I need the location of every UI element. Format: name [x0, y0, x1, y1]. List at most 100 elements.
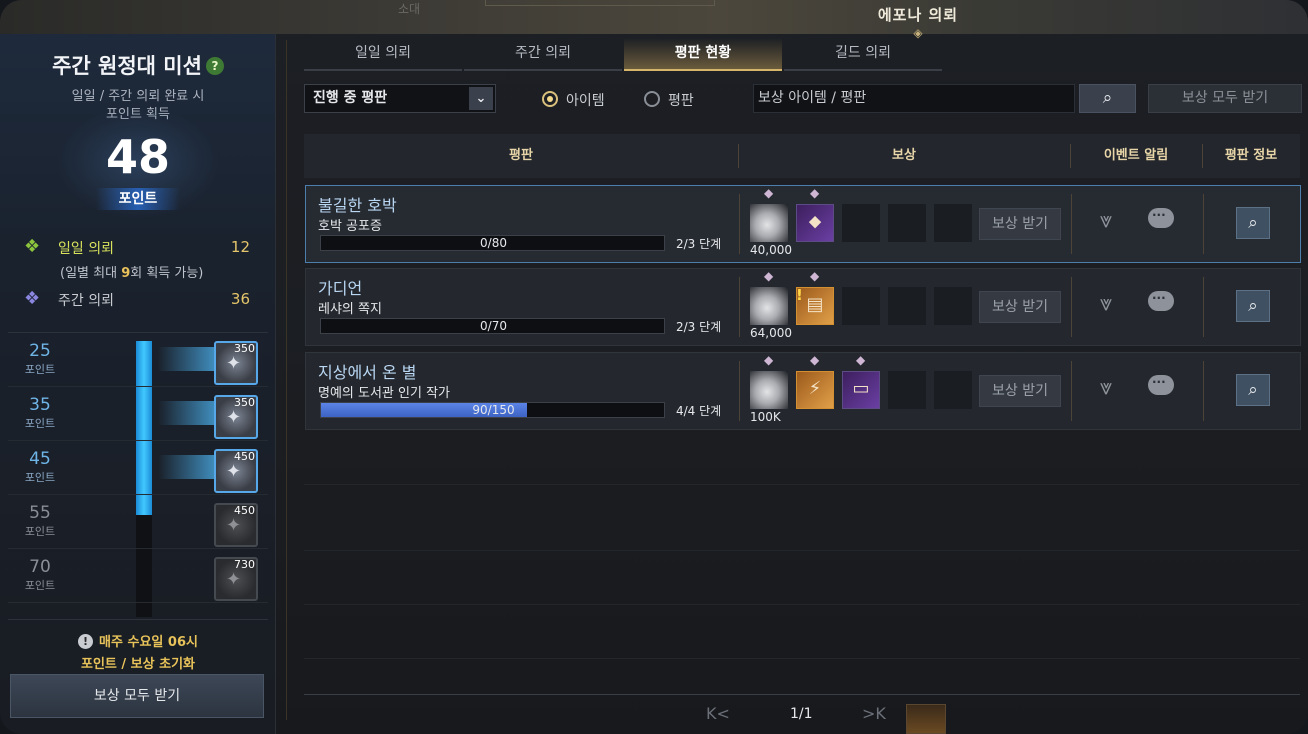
reputation-progress-bar: 0/80	[320, 235, 665, 251]
tier-reward-count: 350	[234, 342, 255, 355]
silver-coin-icon[interactable]	[750, 371, 788, 409]
pin-icon: ◆	[810, 353, 820, 367]
pin-icon: ◆	[764, 269, 774, 283]
silver-coin-icon[interactable]	[750, 204, 788, 242]
claim-reward-button[interactable]: 보상 받기	[979, 208, 1061, 240]
daily-quest-row: ❖ 일일 의뢰 12	[24, 236, 254, 258]
tier-reward-icon[interactable]: ✦ 350	[214, 395, 258, 439]
reputation-filter-select[interactable]: 진행 중 평판 ⌄	[304, 84, 496, 113]
page-indicator: 1/1	[790, 706, 813, 722]
points-value: 48	[105, 130, 170, 184]
tab-4[interactable]: 길드 의뢰	[784, 38, 942, 71]
last-page-icon[interactable]: >K	[862, 704, 886, 723]
empty-slot	[842, 204, 880, 242]
table-row[interactable]: 지상에서 온 별 명예의 도서관 인기 작가 90/150 4/4 단계 ◆ 100K ◆ ⚡…	[305, 352, 1301, 430]
emblem-icon: ✦	[226, 407, 242, 428]
pager-thumbnail	[906, 704, 946, 734]
header-reward: 보상	[892, 148, 916, 163]
tier-unit: 포인트	[24, 363, 56, 376]
table-row[interactable]: 가디언레샤의 쪽지 0/70 2/3 단계 ◆ 64,000 ◆ ▤! 보상 받기 ⩔ ⌕	[305, 268, 1301, 346]
reputation-name: 지상에서 온 별	[318, 363, 417, 382]
col-divider	[1203, 361, 1204, 421]
silver-coin-icon[interactable]	[750, 287, 788, 325]
chevron-double-down-icon[interactable]: ⩔	[1100, 291, 1112, 316]
weekly-quest-label: 주간 의뢰	[58, 293, 114, 309]
magnifier-icon[interactable]: ⌕	[1236, 290, 1270, 322]
empty-slot	[934, 204, 972, 242]
tier-row: 70 포인트 ✦ 730	[8, 549, 268, 603]
row-divider	[304, 484, 1300, 485]
reputation-stage: 호박 공포증	[318, 219, 382, 234]
mission-title: 주간 원정대 미션?	[0, 50, 276, 80]
window-title: 에포나 의뢰	[877, 6, 959, 24]
tier-reward-icon[interactable]: ✦ 350	[214, 341, 258, 385]
pager-divider	[304, 694, 1300, 695]
tab-1[interactable]: 일일 의뢰	[304, 38, 462, 71]
claim-all-mission-button[interactable]: 보상 모두 받기	[10, 674, 264, 718]
claim-all-button[interactable]: 보상 모두 받기	[1148, 84, 1302, 113]
search-input[interactable]: 보상 아이템 / 평판	[753, 84, 1075, 113]
claim-reward-button[interactable]: 보상 받기	[979, 291, 1061, 323]
points-label: 포인트	[96, 188, 180, 210]
reputation-stage: 명예의 도서관 인기 작가	[318, 386, 450, 401]
header-reputation: 평판	[509, 148, 533, 163]
claim-reward-button[interactable]: 보상 받기	[979, 375, 1061, 407]
reputation-level: 2/3 단계	[676, 237, 722, 251]
panel-divider	[286, 40, 287, 720]
chat-bubble-icon[interactable]	[1148, 291, 1174, 311]
tier-rewards: 25 포인트 ✦ 350 35 포인트 ✦ 350 45 포인트 ✦ 450 55 포인트 ✦ 450 70 포인…	[8, 332, 268, 620]
reset-note: ! 매주 수요일 06시 포인트 / 보상 초기화	[0, 632, 276, 676]
table-row[interactable]: 불길한 호박호박 공포증 0/80 2/3 단계 ◆ 40,000 ◆ ⬥ 보상 받기 ⩔ ⌕	[305, 185, 1301, 263]
col-divider	[1071, 361, 1072, 421]
chevron-double-down-icon[interactable]: ⩔	[1100, 208, 1112, 233]
row-divider	[304, 658, 1300, 659]
chevron-down-icon[interactable]: ⌄	[469, 87, 493, 110]
tier-unit: 포인트	[24, 525, 56, 538]
first-page-icon[interactable]: K<	[706, 704, 730, 723]
radio-item-label: 아이템	[566, 93, 605, 109]
reward-item-icon[interactable]: ▤!	[796, 286, 834, 325]
reputation-name: 불길한 호박	[318, 196, 397, 215]
col-divider	[1203, 194, 1204, 254]
empty-slot	[842, 287, 880, 325]
reward-item-icon[interactable]: ⚡	[796, 371, 834, 409]
tier-reward-count: 450	[234, 504, 255, 517]
header-info: 평판 정보	[1224, 148, 1278, 163]
reputation-progress-text: 90/150	[472, 403, 515, 417]
daily-quest-note: (일별 최대 9회 획득 가능)	[60, 262, 203, 281]
tier-unit: 포인트	[24, 417, 56, 430]
help-icon[interactable]: ?	[205, 57, 224, 75]
col-divider	[739, 277, 740, 337]
chat-bubble-icon[interactable]	[1148, 208, 1174, 228]
col-divider	[739, 361, 740, 421]
col-divider	[739, 194, 740, 254]
item-glyph-icon: ⬥	[808, 211, 822, 232]
tier-reward-icon[interactable]: ✦ 450	[214, 449, 258, 493]
chevron-double-down-icon[interactable]: ⩔	[1100, 375, 1112, 400]
item-glyph-icon: ⚡	[808, 378, 822, 399]
reward-amount: 64,000	[750, 326, 792, 340]
reward-item-icon[interactable]: ▭	[842, 371, 880, 409]
background-world-strip: 소대	[0, 0, 1308, 34]
daily-note-prefix: (일별 최대	[60, 266, 122, 281]
tier-reward-icon[interactable]: ✦ 730	[214, 557, 258, 601]
emblem-icon: ✦	[226, 353, 242, 374]
reputation-progress-text: 0/80	[480, 236, 507, 250]
tier-reward-icon[interactable]: ✦ 450	[214, 503, 258, 547]
reputation-level: 4/4 단계	[676, 404, 722, 418]
radio-dot-icon	[644, 91, 660, 107]
tier-points: 35	[29, 395, 51, 415]
chat-bubble-icon[interactable]	[1148, 375, 1174, 395]
tab-2[interactable]: 주간 의뢰	[464, 38, 622, 71]
tier-reward-count: 450	[234, 450, 255, 463]
emblem-icon: ✦	[226, 569, 242, 590]
tier-row: 45 포인트 ✦ 450	[8, 441, 268, 495]
warning-icon: !	[78, 634, 94, 649]
magnifier-icon[interactable]: ⌕	[1236, 207, 1270, 239]
search-icon[interactable]: ⌕	[1079, 84, 1136, 113]
reward-item-icon[interactable]: ⬥	[796, 204, 834, 242]
tab-3[interactable]: 평판 현황	[624, 38, 782, 71]
reputation-progress-text: 0/70	[480, 319, 507, 333]
ghost-box	[485, 0, 715, 6]
magnifier-icon[interactable]: ⌕	[1236, 374, 1270, 406]
